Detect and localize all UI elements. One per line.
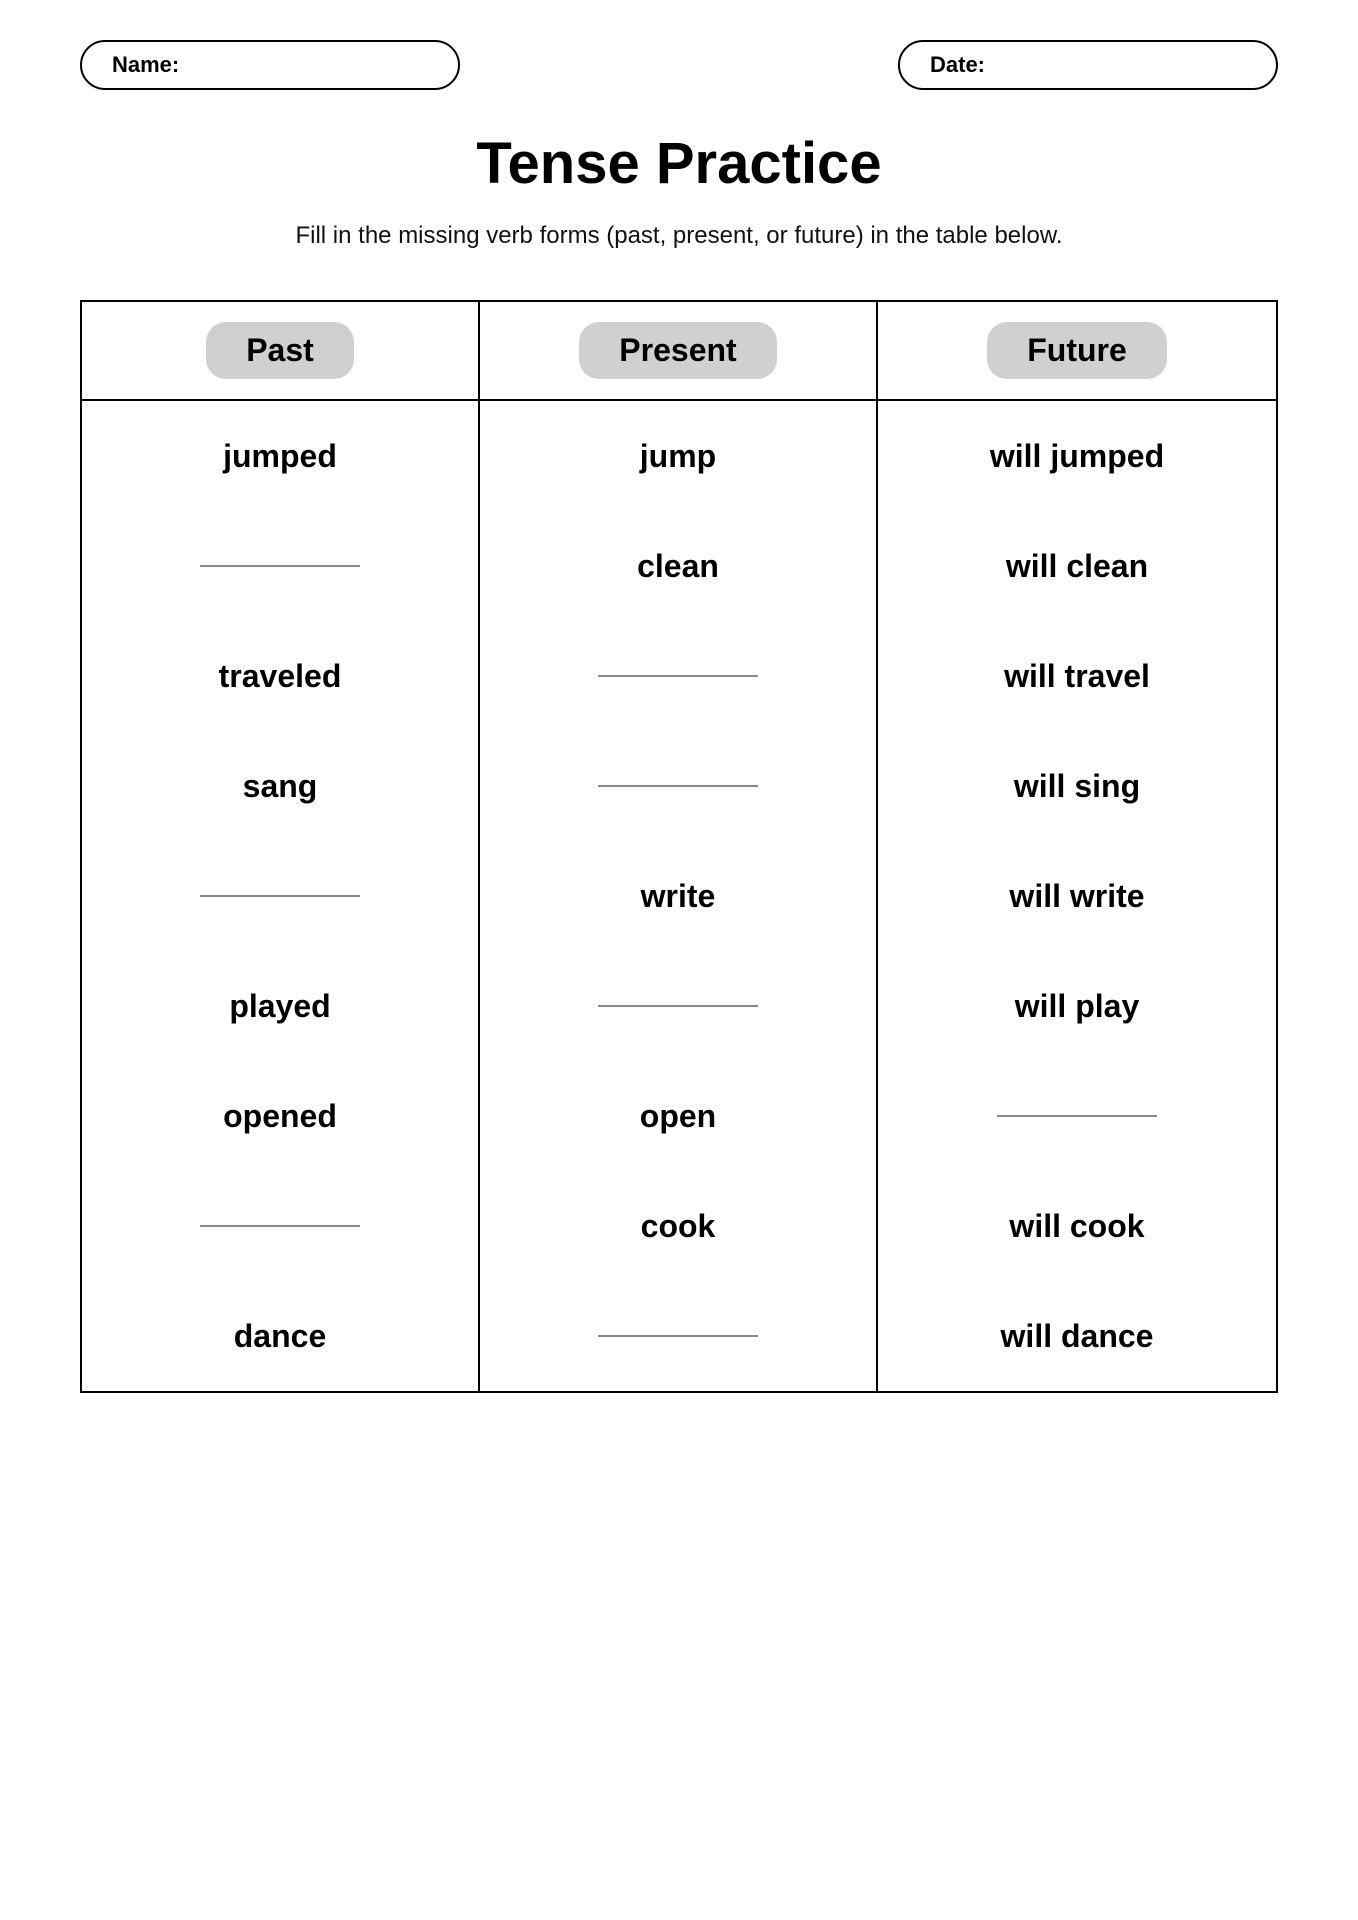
table-row: will cook: [878, 1171, 1276, 1281]
table-row: [82, 841, 478, 951]
table-row: write: [480, 841, 876, 951]
name-label: Name:: [112, 52, 179, 77]
table-row: will jumped: [878, 401, 1276, 511]
table-row: traveled: [82, 621, 478, 731]
col-past: jumped traveledsang playedopened dance: [82, 401, 480, 1391]
blank-line: [598, 675, 758, 677]
tense-table: Past Present Future jumped traveledsang pl…: [80, 300, 1278, 1393]
blank-line: [997, 1115, 1157, 1117]
table-row: will play: [878, 951, 1276, 1061]
table-row: will sing: [878, 731, 1276, 841]
blank-line: [598, 1005, 758, 1007]
table-body: jumped traveledsang playedopened dance jump…: [82, 401, 1276, 1391]
table-row: will travel: [878, 621, 1276, 731]
table-row: cook: [480, 1171, 876, 1281]
table-row: open: [480, 1061, 876, 1171]
blank-line: [200, 895, 360, 897]
table-row: [480, 951, 876, 1061]
name-field[interactable]: Name:: [80, 40, 460, 90]
past-header: Past: [82, 302, 480, 399]
table-row: [878, 1061, 1276, 1171]
table-row: jump: [480, 401, 876, 511]
blank-line: [598, 785, 758, 787]
table-row: will clean: [878, 511, 1276, 621]
table-row: jumped: [82, 401, 478, 511]
date-field[interactable]: Date:: [898, 40, 1278, 90]
blank-line: [200, 1225, 360, 1227]
col-future: will jumpedwill cleanwill travelwill sin…: [878, 401, 1276, 1391]
table-row: clean: [480, 511, 876, 621]
table-row: [480, 731, 876, 841]
col-present: jumpclean write opencook: [480, 401, 878, 1391]
date-label: Date:: [930, 52, 985, 77]
present-header: Present: [480, 302, 878, 399]
page-title: Tense Practice: [80, 130, 1278, 197]
table-row: [480, 621, 876, 731]
table-row: [480, 1281, 876, 1391]
blank-line: [598, 1335, 758, 1337]
table-row: opened: [82, 1061, 478, 1171]
table-row: played: [82, 951, 478, 1061]
table-row: [82, 511, 478, 621]
header-row: Name: Date:: [80, 40, 1278, 90]
table-row: sang: [82, 731, 478, 841]
table-row: dance: [82, 1281, 478, 1391]
future-header: Future: [878, 302, 1276, 399]
table-row: will write: [878, 841, 1276, 951]
table-row: [82, 1171, 478, 1281]
table-row: will dance: [878, 1281, 1276, 1391]
instructions-text: Fill in the missing verb forms (past, pr…: [80, 222, 1278, 250]
table-header: Past Present Future: [82, 302, 1276, 401]
blank-line: [200, 565, 360, 567]
